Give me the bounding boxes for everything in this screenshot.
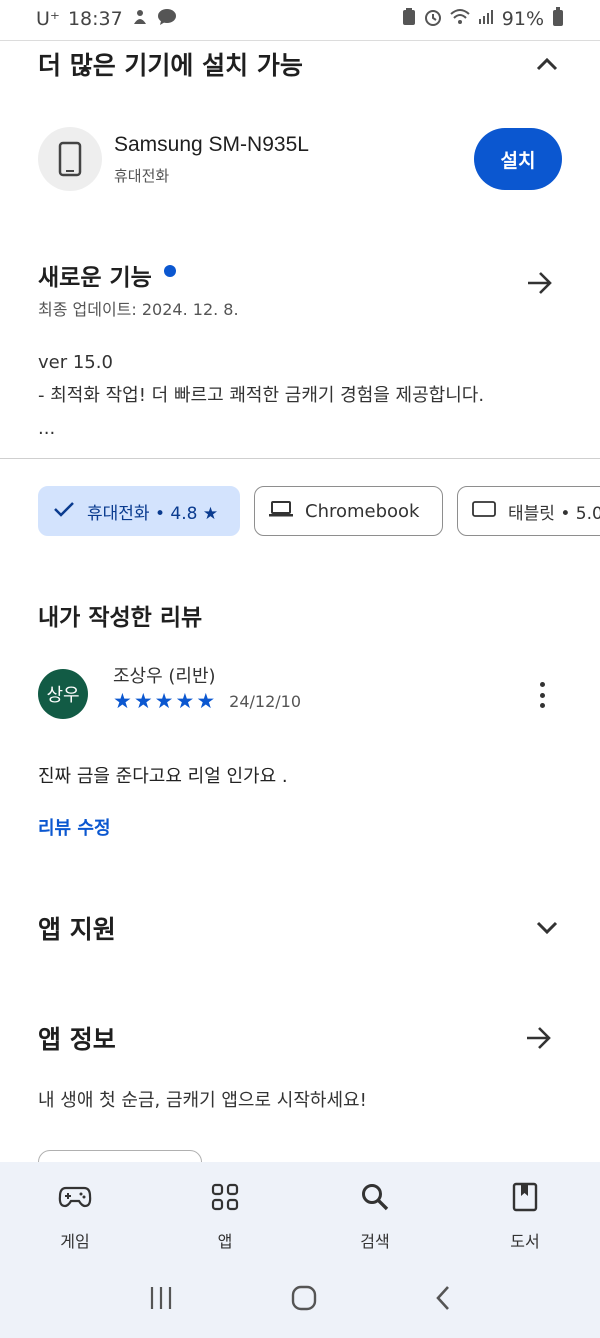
my-review-title: 내가 작성한 리뷰	[38, 605, 203, 631]
app-info-description: 내 생애 첫 순금, 금캐기 앱으로 시작하세요!	[38, 1090, 367, 1111]
star-icon: ★	[113, 689, 132, 713]
install-button[interactable]: 설치	[474, 128, 562, 190]
battery-icon	[552, 6, 564, 32]
arrow-right-icon[interactable]	[526, 270, 554, 300]
more-options-icon[interactable]	[532, 680, 552, 710]
chip-tablet[interactable]: 태블릿 • 5.0	[457, 486, 600, 536]
section-divider	[0, 458, 600, 459]
avatar: 상우	[38, 669, 88, 719]
review-body: 진짜 금을 준다고요 리얼 인가요 .	[38, 766, 288, 787]
status-bar: U⁺ 18:37 91%	[0, 0, 600, 38]
nav-search[interactable]: 검색	[300, 1162, 450, 1262]
app-support-title: 앱 지원	[38, 915, 116, 944]
nav-apps-label: 앱	[217, 1232, 233, 1251]
device-row: Samsung SM-N935L 휴대전화 설치	[38, 125, 562, 193]
arrow-right-icon[interactable]	[524, 1023, 554, 1053]
chevron-down-icon[interactable]	[532, 913, 562, 943]
book-icon	[508, 1180, 542, 1214]
battery-percent: 91%	[501, 8, 544, 30]
whats-new-line: - 최적화 작업! 더 빠르고 쾌적한 금캐기 경험을 제공합니다.	[38, 385, 485, 406]
back-icon[interactable]	[433, 1284, 453, 1316]
more-devices-header[interactable]: 더 많은 기기에 설치 가능	[38, 46, 562, 82]
nav-books-label: 도서	[510, 1232, 540, 1251]
chat-bubble-icon	[157, 8, 177, 31]
signal-icon	[478, 9, 494, 30]
review-date: 24/12/10	[229, 691, 301, 711]
recent-apps-icon[interactable]	[147, 1286, 175, 1314]
chip-label: Chromebook	[305, 500, 420, 522]
device-filter-chips: 휴대전화 • 4.8 ★ Chromebook 태블릿 • 5.0	[38, 486, 600, 536]
nav-games-label: 게임	[60, 1232, 90, 1251]
whats-new-title: 새로운 기능	[38, 265, 152, 291]
chip-label: 태블릿 • 5.0	[508, 503, 600, 524]
star-icon: ★	[196, 689, 216, 713]
chevron-up-icon[interactable]	[532, 49, 562, 79]
smartphone-icon	[38, 127, 102, 191]
app-support-header[interactable]: 앱 지원	[38, 910, 562, 946]
nav-books[interactable]: 도서	[450, 1162, 600, 1262]
app-info-title: 앱 정보	[38, 1025, 116, 1054]
bottom-navigation: 게임 앱 검색 도서	[0, 1162, 600, 1262]
check-icon	[53, 501, 75, 522]
search-icon	[358, 1180, 392, 1214]
gamepad-icon	[58, 1180, 92, 1214]
review-author: 조상우 (리반)	[113, 666, 216, 687]
whats-new-header[interactable]: 새로운 기능	[38, 258, 176, 292]
star-icon: ★	[154, 689, 174, 713]
nav-apps[interactable]: 앱	[150, 1162, 300, 1262]
star-rating: ★ ★ ★ ★ ★	[113, 690, 215, 712]
app-info-header[interactable]: 앱 정보	[38, 1020, 562, 1056]
apps-grid-icon	[208, 1180, 242, 1214]
battery-saver-icon	[402, 7, 416, 31]
laptop-icon	[269, 500, 293, 523]
alarm-icon	[424, 8, 442, 31]
new-indicator-dot	[163, 265, 176, 277]
last-updated: 최종 업데이트: 2024. 12. 8.	[38, 300, 239, 319]
system-navigation	[0, 1262, 600, 1338]
chip-label: 휴대전화 • 4.8 ★	[87, 503, 219, 524]
wifi-icon	[450, 8, 470, 31]
tablet-icon	[472, 500, 496, 523]
carrier-label: U⁺	[36, 8, 60, 30]
whats-new-body: ver 15.0 - 최적화 작업! 더 빠르고 쾌적한 금캐기 경험을 제공합…	[38, 346, 484, 445]
chip-phone[interactable]: 휴대전화 • 4.8 ★	[38, 486, 240, 536]
device-name: Samsung SM-N935L	[114, 132, 309, 156]
star-icon: ★	[133, 689, 153, 713]
top-divider	[0, 40, 600, 41]
app-details-page: U⁺ 18:37 91% 더 많은 기기에 설치 가능 Samsung SM-N…	[0, 0, 600, 1338]
more-devices-title: 더 많은 기기에 설치 가능	[38, 51, 303, 80]
home-icon[interactable]	[290, 1284, 318, 1316]
whats-new-line: ...	[38, 418, 56, 439]
whats-new-line: ver 15.0	[38, 352, 113, 373]
clock: 18:37	[67, 8, 123, 30]
review-meta: ★ ★ ★ ★ ★ 24/12/10	[113, 690, 301, 712]
nav-search-label: 검색	[360, 1232, 390, 1251]
notification-icon	[131, 8, 149, 31]
star-icon: ★	[175, 689, 195, 713]
device-type: 휴대전화	[114, 166, 170, 185]
nav-games[interactable]: 게임	[0, 1162, 150, 1262]
chip-chromebook[interactable]: Chromebook	[254, 486, 443, 536]
edit-review-link[interactable]: 리뷰 수정	[38, 814, 111, 840]
